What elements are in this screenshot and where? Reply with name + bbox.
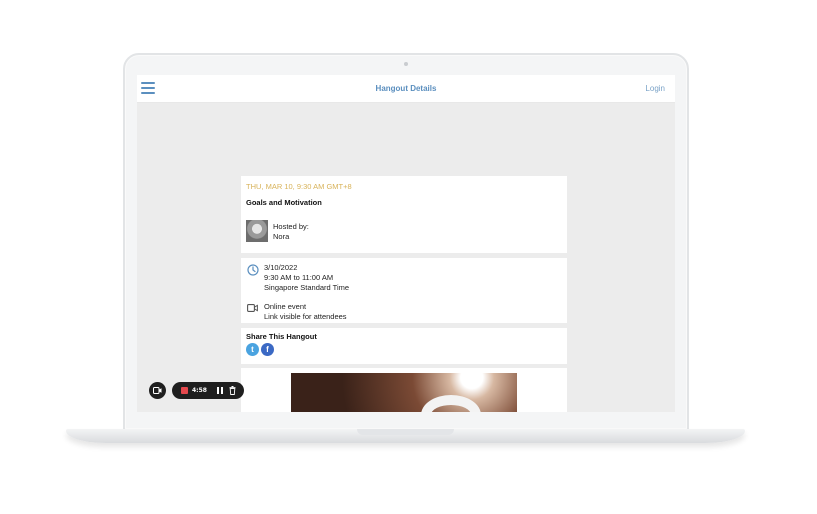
host-name[interactable]: Nora [273,232,289,241]
share-card: Share This Hangout t f [241,328,567,364]
event-title: Goals and Motivation [246,198,322,207]
video-camera-icon [247,304,258,312]
event-date-line: THU, MAR 10, 9:30 AM GMT+8 [246,182,352,191]
page-title: Hangout Details [375,84,437,93]
recording-timer: 4:58 [192,387,207,394]
camera-toggle-button[interactable] [149,382,166,399]
laptop-base-notch [357,429,454,435]
event-summary-card: THU, MAR 10, 9:30 AM GMT+8 Goals and Mot… [241,176,567,253]
share-title: Share This Hangout [246,332,317,341]
trash-icon[interactable] [229,386,236,395]
facebook-icon[interactable]: f [261,343,274,356]
stop-icon[interactable] [181,387,188,394]
event-date: 3/10/2022 [264,263,298,272]
video-camera-icon [153,387,162,394]
clock-icon [247,264,259,276]
app-header: Hangout Details Login [137,75,675,103]
hangout-cover-image [291,373,517,412]
laptop-screen: Hangout Details Login THU, MAR 10, 9:30 … [137,75,675,412]
event-details-card: 3/10/2022 9:30 AM to 11:00 AM Singapore … [241,258,567,323]
laptop-camera [404,62,408,66]
cover-image-shape [421,395,481,412]
location-note: Link visible for attendees [264,312,347,321]
hangout-image-card [241,368,567,412]
twitter-icon[interactable]: t [246,343,259,356]
login-link[interactable]: Login [645,84,665,93]
hosted-by-label: Hosted by: [273,222,309,231]
recording-controls: 4:58 [172,382,244,399]
event-timezone: Singapore Standard Time [264,283,350,292]
location-type: Online event [264,302,307,311]
pause-icon[interactable] [217,387,223,394]
event-time: 9:30 AM to 11:00 AM [264,273,334,282]
host-avatar[interactable] [246,220,268,242]
